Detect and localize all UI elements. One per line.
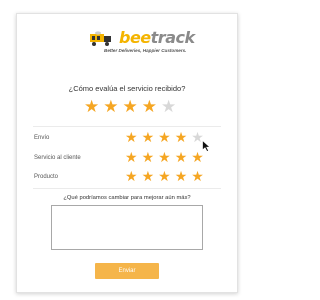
category-rating-producto[interactable]: ★ ★ ★ ★ ★ — [125, 169, 204, 183]
category-rating-servicio[interactable]: ★ ★ ★ ★ ★ — [125, 150, 204, 164]
improvement-label: ¿Qué podríamos cambiar para mejorar aún … — [63, 195, 191, 201]
divider — [33, 126, 221, 127]
category-label-envio: Envío — [34, 135, 50, 141]
star-icon[interactable]: ★ — [142, 169, 155, 183]
brand-wordmark: beetrack — [119, 28, 195, 47]
survey-card: beetrack Better Deliveries, Happier Cust… — [16, 13, 238, 293]
star-icon[interactable]: ★ — [142, 98, 157, 115]
brand-tagline: Better Deliveries, Happier Customers. — [104, 48, 187, 53]
star-icon[interactable]: ★ — [191, 150, 204, 164]
star-icon[interactable]: ★ — [125, 169, 138, 183]
improvement-textarea[interactable] — [51, 205, 203, 250]
overall-rating-stars[interactable]: ★ ★ ★ ★ ★ — [84, 98, 176, 115]
rating-question: ¿Cómo evalúa el servicio recibido? — [68, 84, 186, 93]
star-icon[interactable]: ★ — [125, 130, 138, 144]
star-icon[interactable]: ★ — [103, 98, 118, 115]
star-icon[interactable]: ★ — [161, 98, 176, 115]
brand-name-bee: bee — [119, 28, 151, 47]
category-label-servicio: Servicio al cliente — [34, 155, 81, 161]
star-icon[interactable]: ★ — [158, 130, 171, 144]
star-icon[interactable]: ★ — [158, 150, 171, 164]
divider — [33, 188, 221, 189]
star-icon[interactable]: ★ — [175, 169, 188, 183]
category-label-producto: Producto — [34, 174, 59, 180]
brand-name-track: track — [150, 28, 195, 47]
submit-button[interactable]: Enviar — [95, 263, 159, 279]
star-icon[interactable]: ★ — [84, 98, 99, 115]
star-icon[interactable]: ★ — [175, 130, 188, 144]
mouse-pointer-icon — [202, 140, 211, 152]
star-icon[interactable]: ★ — [142, 130, 155, 144]
star-icon[interactable]: ★ — [158, 169, 171, 183]
star-icon[interactable]: ★ — [123, 98, 138, 115]
star-icon[interactable]: ★ — [125, 150, 138, 164]
star-icon[interactable]: ★ — [175, 150, 188, 164]
bee-truck-logo-icon — [90, 31, 111, 46]
category-rating-envio[interactable]: ★ ★ ★ ★ ★ — [125, 130, 204, 144]
star-icon[interactable]: ★ — [142, 150, 155, 164]
beetrack-logo: beetrack Better Deliveries, Happier Cust… — [89, 28, 209, 60]
star-icon[interactable]: ★ — [191, 169, 204, 183]
